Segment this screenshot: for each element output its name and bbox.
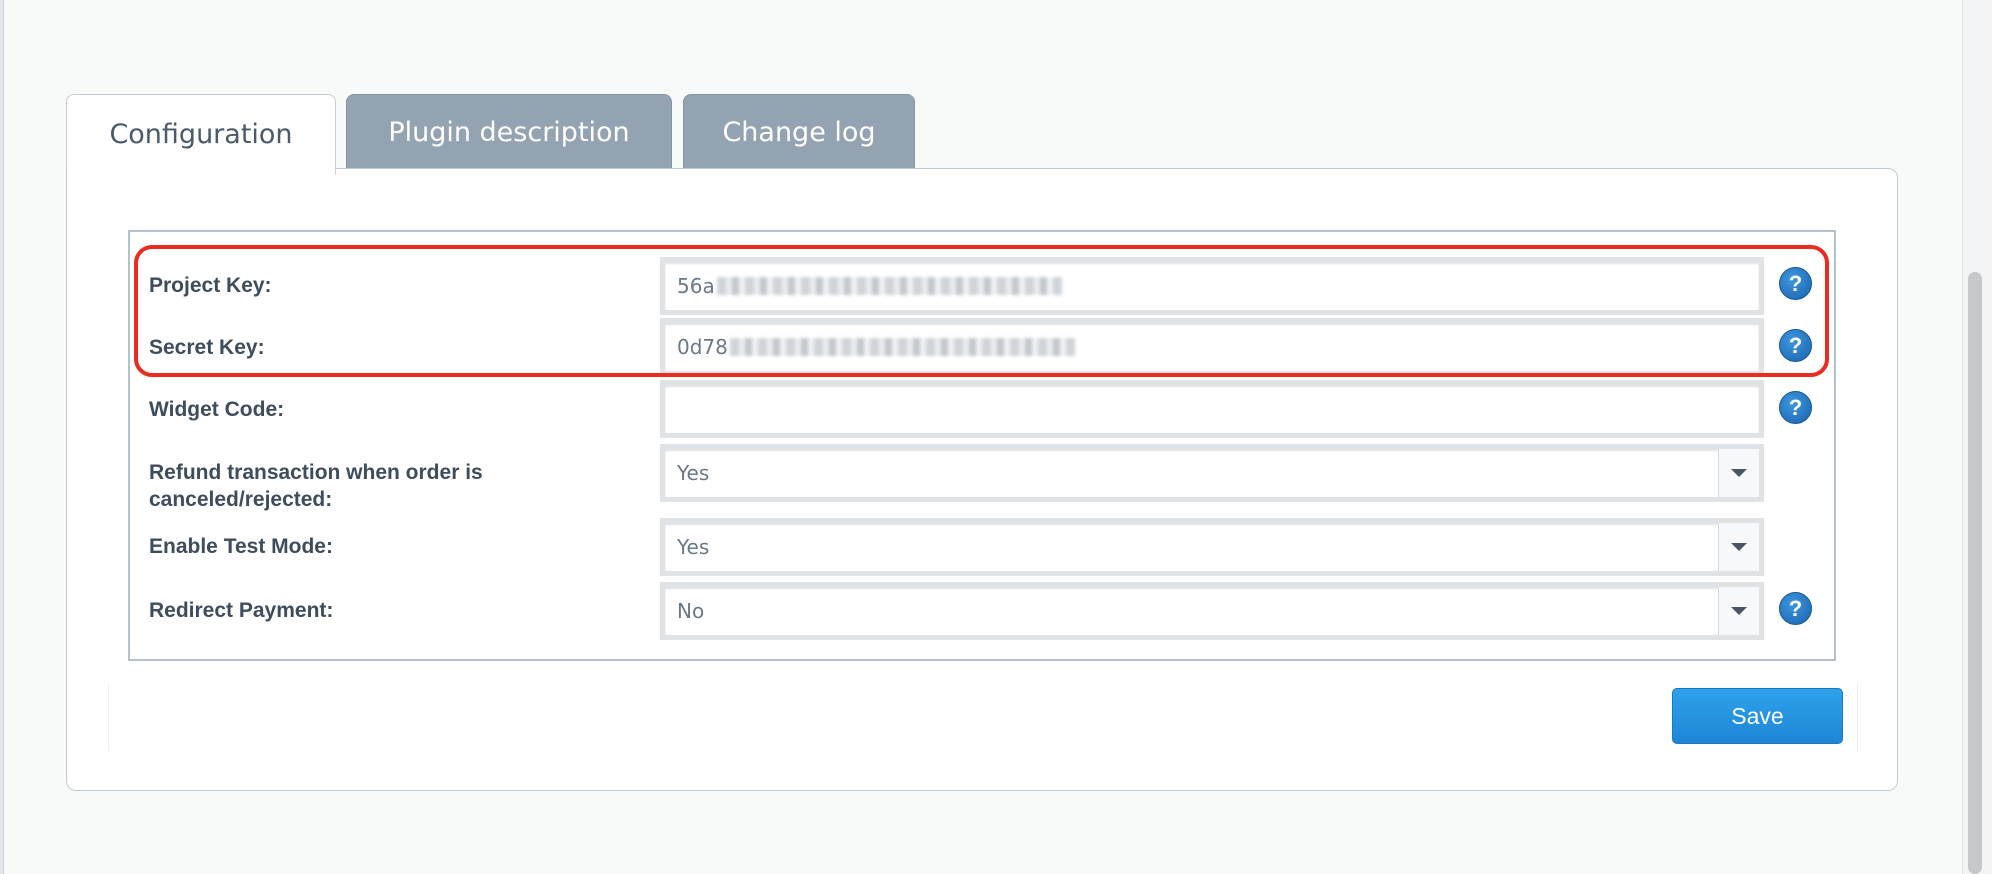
secret-key-input[interactable]: 0d78 — [660, 318, 1764, 376]
secret-key-value: 0d78 — [677, 335, 728, 359]
redirect-payment-label: Redirect Payment: — [149, 599, 334, 622]
caret-down-icon — [1731, 543, 1747, 551]
widget-code-help-icon[interactable]: ? — [1779, 391, 1812, 424]
redirect-selected-value: No — [677, 599, 705, 623]
scrollbar-thumb[interactable] — [1968, 272, 1982, 874]
secret-key-label: Secret Key: — [149, 336, 265, 359]
question-icon: ? — [1788, 270, 1803, 296]
refund-label: Refund transaction when order is cancele… — [149, 461, 483, 511]
save-button[interactable]: Save — [1672, 688, 1843, 744]
refund-dropdown-toggle[interactable] — [1718, 449, 1759, 497]
redacted-value — [729, 338, 1075, 356]
widget-code-input[interactable] — [660, 380, 1764, 438]
project-key-input[interactable]: 56a — [660, 257, 1764, 315]
refund-select[interactable]: Yes — [660, 444, 1764, 502]
left-border — [0, 0, 4, 874]
project-key-help-icon[interactable]: ? — [1779, 267, 1812, 300]
question-icon: ? — [1788, 394, 1803, 420]
redirect-dropdown-toggle[interactable] — [1718, 587, 1759, 635]
caret-down-icon — [1731, 607, 1747, 615]
widget-code-label: Widget Code: — [149, 398, 285, 421]
test-mode-dropdown-toggle[interactable] — [1718, 523, 1759, 571]
tab-plugin-description[interactable]: Plugin description — [346, 94, 672, 170]
project-key-label: Project Key: — [149, 274, 272, 297]
question-icon: ? — [1788, 332, 1803, 358]
redirect-payment-help-icon[interactable]: ? — [1779, 592, 1812, 625]
refund-selected-value: Yes — [677, 461, 710, 485]
secret-key-help-icon[interactable]: ? — [1779, 329, 1812, 362]
redirect-payment-select[interactable]: No — [660, 582, 1764, 640]
button-bar — [108, 683, 1858, 751]
test-mode-label: Enable Test Mode: — [149, 535, 333, 558]
project-key-value: 56a — [677, 274, 715, 298]
tab-configuration[interactable]: Configuration — [66, 94, 336, 174]
test-mode-select[interactable]: Yes — [660, 518, 1764, 576]
tab-change-log[interactable]: Change log — [683, 94, 915, 170]
question-icon: ? — [1788, 595, 1803, 621]
caret-down-icon — [1731, 469, 1747, 477]
redacted-value — [716, 277, 1062, 295]
test-mode-selected-value: Yes — [677, 535, 710, 559]
